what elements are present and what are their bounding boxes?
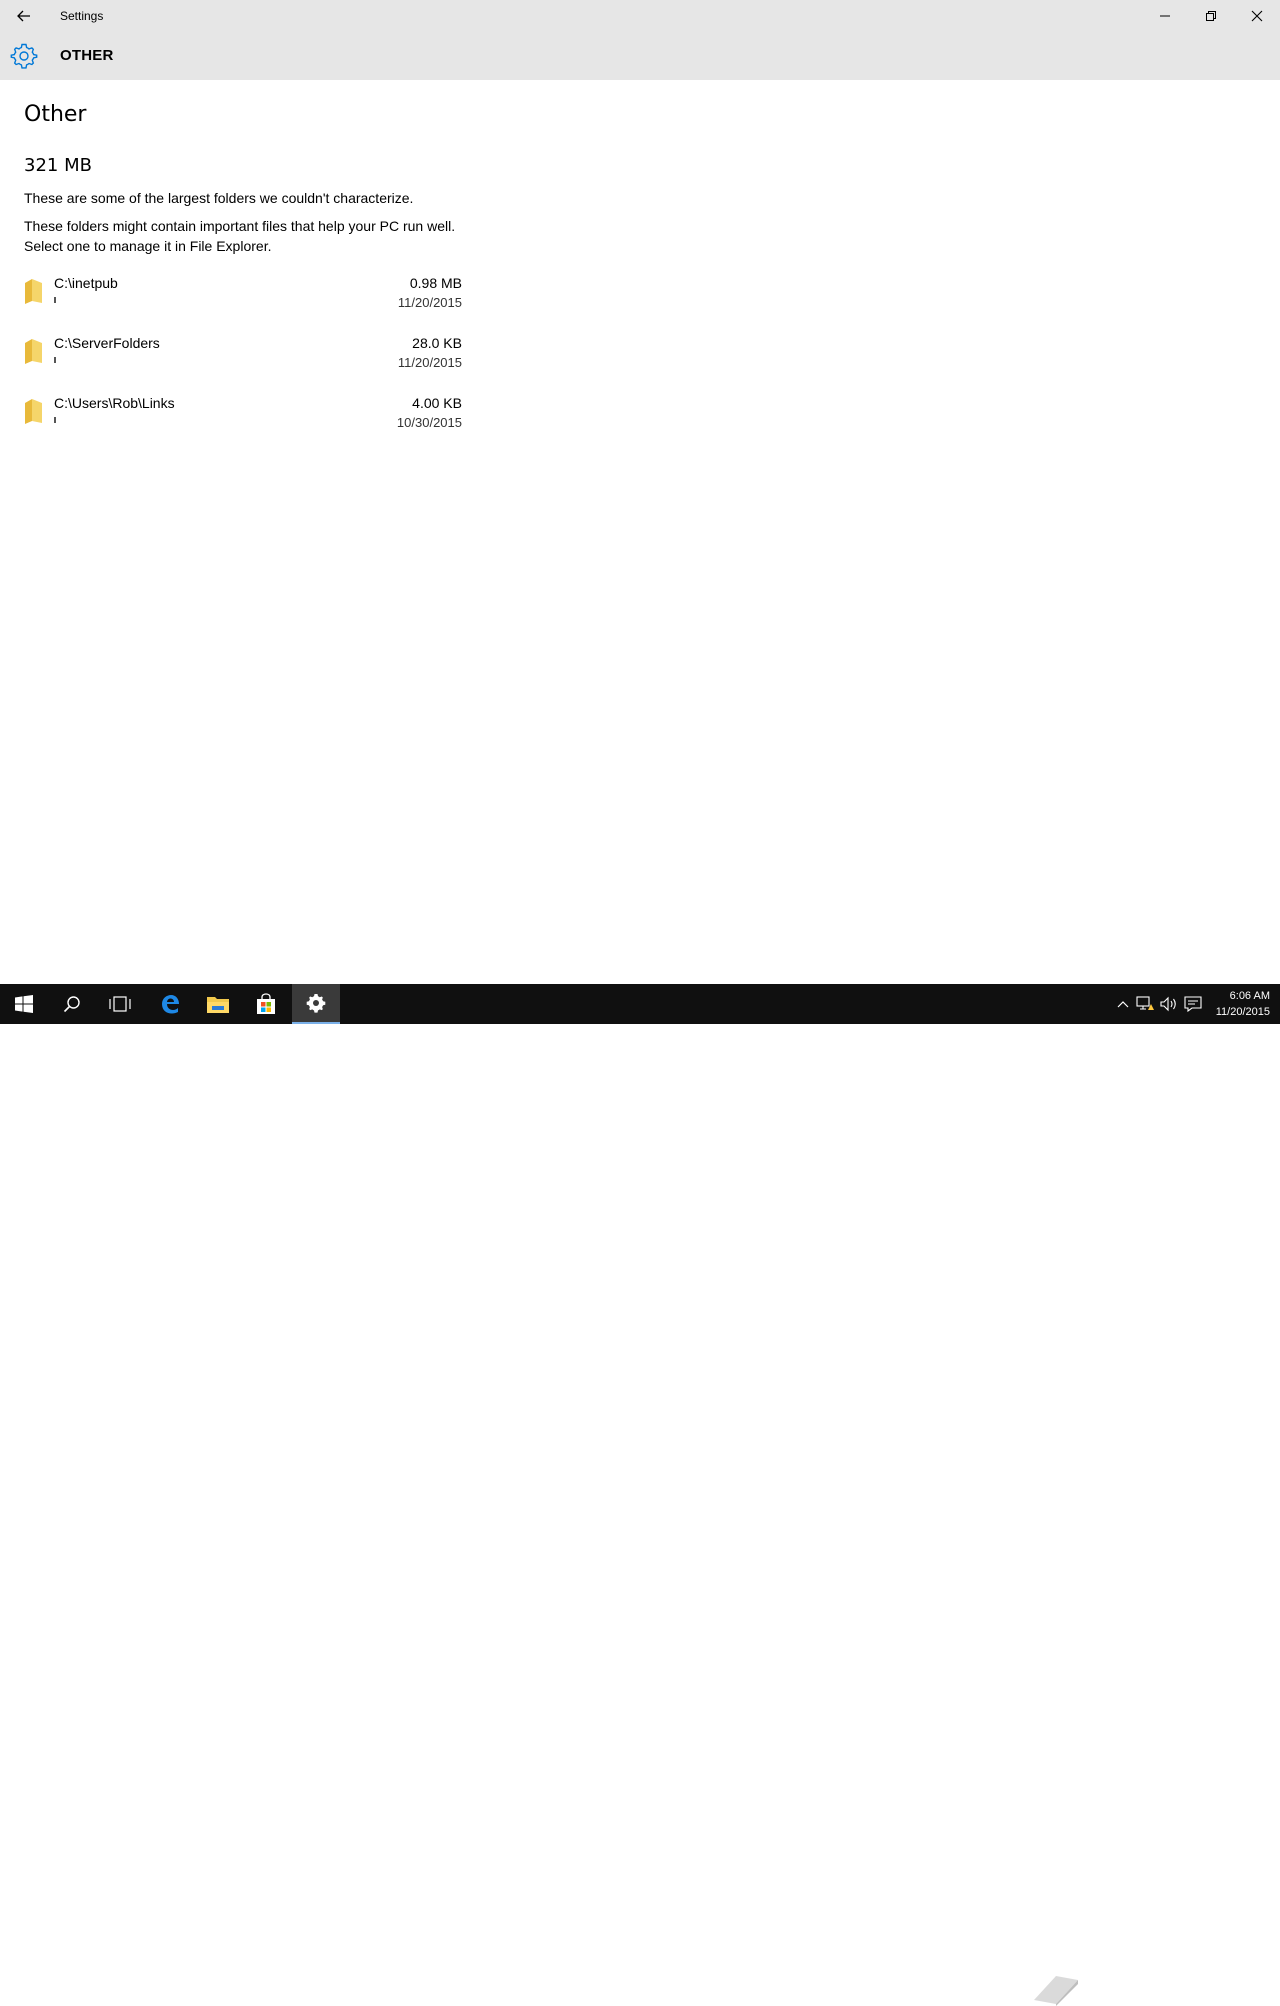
taskbar-store[interactable] bbox=[242, 984, 290, 1024]
task-view-icon bbox=[109, 996, 131, 1012]
folder-usage-bar bbox=[54, 417, 56, 423]
search-icon bbox=[63, 996, 80, 1013]
note-text: These folders might contain important fi… bbox=[24, 218, 456, 254]
minimize-icon bbox=[1160, 15, 1170, 17]
edge-browser-icon bbox=[162, 995, 179, 1014]
minimize-button[interactable] bbox=[1142, 0, 1188, 32]
close-icon bbox=[1251, 10, 1263, 22]
folder-date: 11/20/2015 bbox=[397, 355, 462, 370]
start-button[interactable] bbox=[0, 984, 48, 1024]
folder-usage-bar bbox=[54, 357, 56, 363]
taskbar-clock[interactable]: 6:06 AM 11/20/2015 bbox=[1216, 988, 1270, 1020]
file-explorer-icon bbox=[207, 997, 229, 1013]
watermark-book-icon bbox=[1034, 1976, 1078, 2006]
settings-gear-icon bbox=[306, 994, 326, 1013]
taskbar-edge[interactable] bbox=[146, 984, 194, 1024]
watermark-text: The Collection Book bbox=[1092, 1973, 1271, 1994]
folder-icon bbox=[25, 399, 42, 424]
network-icon bbox=[1136, 996, 1154, 1010]
action-center-button[interactable] bbox=[1184, 996, 1202, 1012]
folder-path: C:\Users\Rob\Links bbox=[54, 395, 175, 411]
clock-time: 6:06 AM bbox=[1229, 990, 1270, 1002]
folder-date: 11/20/2015 bbox=[397, 295, 462, 310]
restore-icon bbox=[1206, 11, 1216, 21]
network-tray-button[interactable] bbox=[1136, 996, 1154, 1012]
section-header: OTHER bbox=[0, 32, 1280, 80]
volume-tray-button[interactable] bbox=[1160, 996, 1178, 1012]
gear-icon bbox=[10, 43, 38, 69]
close-button[interactable] bbox=[1234, 0, 1280, 32]
search-button[interactable] bbox=[48, 984, 96, 1024]
folder-size: 4.00 KB bbox=[412, 395, 462, 411]
taskbar-file-explorer[interactable] bbox=[194, 984, 242, 1024]
intro-text: These are some of the largest folders we… bbox=[24, 190, 414, 206]
settings-window: Settings OTHER Other 321 MB These are so… bbox=[0, 0, 1280, 984]
folder-path: C:\inetpub bbox=[54, 275, 118, 291]
folder-item-serverfolders[interactable]: C:\ServerFolders 28.0 KB 11/20/2015 bbox=[24, 333, 464, 389]
restore-button[interactable] bbox=[1188, 0, 1234, 32]
section-title: OTHER bbox=[60, 47, 114, 64]
clock-date: 11/20/2015 bbox=[1215, 1006, 1270, 1018]
folder-path: C:\ServerFolders bbox=[54, 335, 160, 351]
folder-item-links[interactable]: C:\Users\Rob\Links 4.00 KB 10/30/2015 bbox=[24, 393, 464, 449]
show-hidden-icons-button[interactable] bbox=[1114, 996, 1132, 1012]
folder-date: 10/30/2015 bbox=[396, 415, 462, 430]
total-size: 321 MB bbox=[24, 155, 92, 176]
window-title: Settings bbox=[60, 9, 104, 23]
folder-icon bbox=[25, 339, 42, 364]
folder-icon bbox=[25, 279, 42, 304]
back-button[interactable] bbox=[0, 0, 48, 32]
task-view-button[interactable] bbox=[96, 984, 144, 1024]
volume-icon bbox=[1160, 996, 1176, 1012]
taskbar-settings[interactable] bbox=[292, 984, 340, 1024]
back-arrow-icon bbox=[17, 10, 30, 22]
title-bar: Settings bbox=[0, 0, 1280, 32]
folder-item-inetpub[interactable]: C:\inetpub 0.98 MB 11/20/2015 bbox=[24, 273, 464, 329]
chevron-up-icon bbox=[1117, 1001, 1129, 1008]
page-title: Other bbox=[24, 102, 87, 127]
store-bag-icon bbox=[257, 993, 275, 1014]
windows-logo-icon bbox=[15, 995, 33, 1013]
notification-icon bbox=[1184, 996, 1202, 1012]
folder-size: 28.0 KB bbox=[412, 335, 462, 351]
taskbar: The Collection Book 6:06 AM 11/20/2015 bbox=[0, 984, 1280, 2006]
folder-size: 0.98 MB bbox=[409, 275, 462, 291]
folder-usage-bar bbox=[54, 297, 56, 303]
